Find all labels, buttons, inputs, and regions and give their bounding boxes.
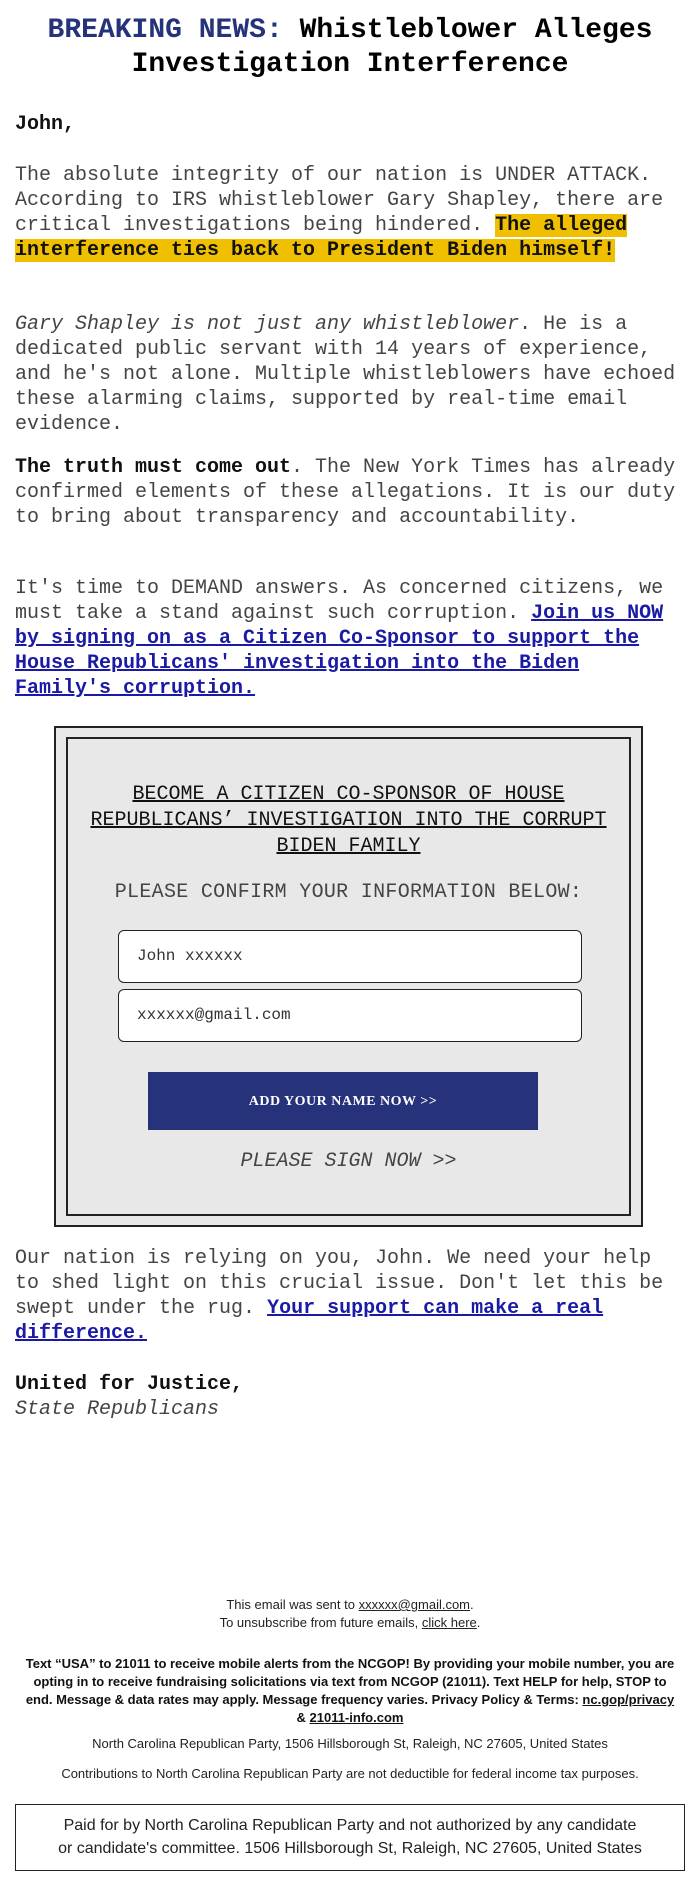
headline-prefix: BREAKING NEWS: xyxy=(47,15,283,46)
email-input[interactable] xyxy=(135,1005,585,1025)
paragraph-3: The truth must come out. The New York Ti… xyxy=(15,455,685,530)
paragraph-2-italic: Gary Shapley is not just any whistleblow… xyxy=(15,313,520,336)
paragraph-3-bold: The truth must come out xyxy=(15,456,292,479)
unsub-suffix: . xyxy=(476,1615,481,1630)
paid-for-text: Paid for by North Carolina Republican Pa… xyxy=(58,1817,642,1857)
paragraph-2: Gary Shapley is not just any whistleblow… xyxy=(15,312,685,437)
signup-form: BECOME A CITIZEN CO-SPONSOR OF HOUSE REP… xyxy=(66,737,631,1216)
email-field[interactable] xyxy=(118,989,585,1042)
paragraph-1: The absolute integrity of our nation is … xyxy=(15,163,685,263)
sms-disclaimer: Text “USA” to 21011 to receive mobile al… xyxy=(25,1655,675,1727)
form-title: BECOME A CITIZEN CO-SPONSOR OF HOUSE REP… xyxy=(90,783,607,858)
signoff: United for Justice, State Republicans xyxy=(15,1372,685,1422)
name-field[interactable] xyxy=(118,930,585,983)
sms-amp: & xyxy=(296,1710,310,1725)
headline: BREAKING NEWS: Whistleblower Alleges Inv… xyxy=(0,14,700,82)
greeting: John, xyxy=(15,113,76,136)
paragraph-4: It's time to DEMAND answers. As concerne… xyxy=(15,576,685,701)
name-input[interactable] xyxy=(135,946,585,966)
paid-for-disclaimer: Paid for by North Carolina Republican Pa… xyxy=(15,1804,685,1871)
signoff-line-1: United for Justice, xyxy=(15,1373,244,1396)
footer-address: North Carolina Republican Party, 1506 Hi… xyxy=(92,1736,608,1751)
sent-suffix: . xyxy=(470,1597,474,1612)
add-your-name-button[interactable]: ADD YOUR NAME NOW >> xyxy=(148,1072,538,1130)
unsubscribe-link[interactable]: click here xyxy=(422,1615,477,1630)
sent-to-label: This email was sent to xyxy=(226,1597,359,1612)
please-sign-now-link[interactable]: PLEASE SIGN NOW >> xyxy=(68,1150,629,1173)
signup-form-container: BECOME A CITIZEN CO-SPONSOR OF HOUSE REP… xyxy=(54,726,643,1227)
recipient-email-link[interactable]: xxxxxx@gmail.com xyxy=(359,1597,470,1612)
privacy-link[interactable]: nc.gop/privacy xyxy=(582,1692,674,1707)
form-subtitle: PLEASE CONFIRM YOUR INFORMATION BELOW: xyxy=(114,881,583,904)
signoff-line-2: State Republicans xyxy=(15,1398,220,1421)
sms-text: Text “USA” to 21011 to receive mobile al… xyxy=(25,1656,675,1707)
paragraph-5: Our nation is relying on you, John. We n… xyxy=(15,1246,685,1346)
terms-link[interactable]: 21011-info.com xyxy=(310,1710,404,1725)
footer-unsubscribe: To unsubscribe from future emails, click… xyxy=(0,1614,700,1632)
footer-contributions: Contributions to North Carolina Republic… xyxy=(61,1766,639,1781)
footer-sent-to: This email was sent to xxxxxx@gmail.com. xyxy=(0,1596,700,1614)
unsubscribe-label: To unsubscribe from future emails, xyxy=(219,1615,422,1630)
